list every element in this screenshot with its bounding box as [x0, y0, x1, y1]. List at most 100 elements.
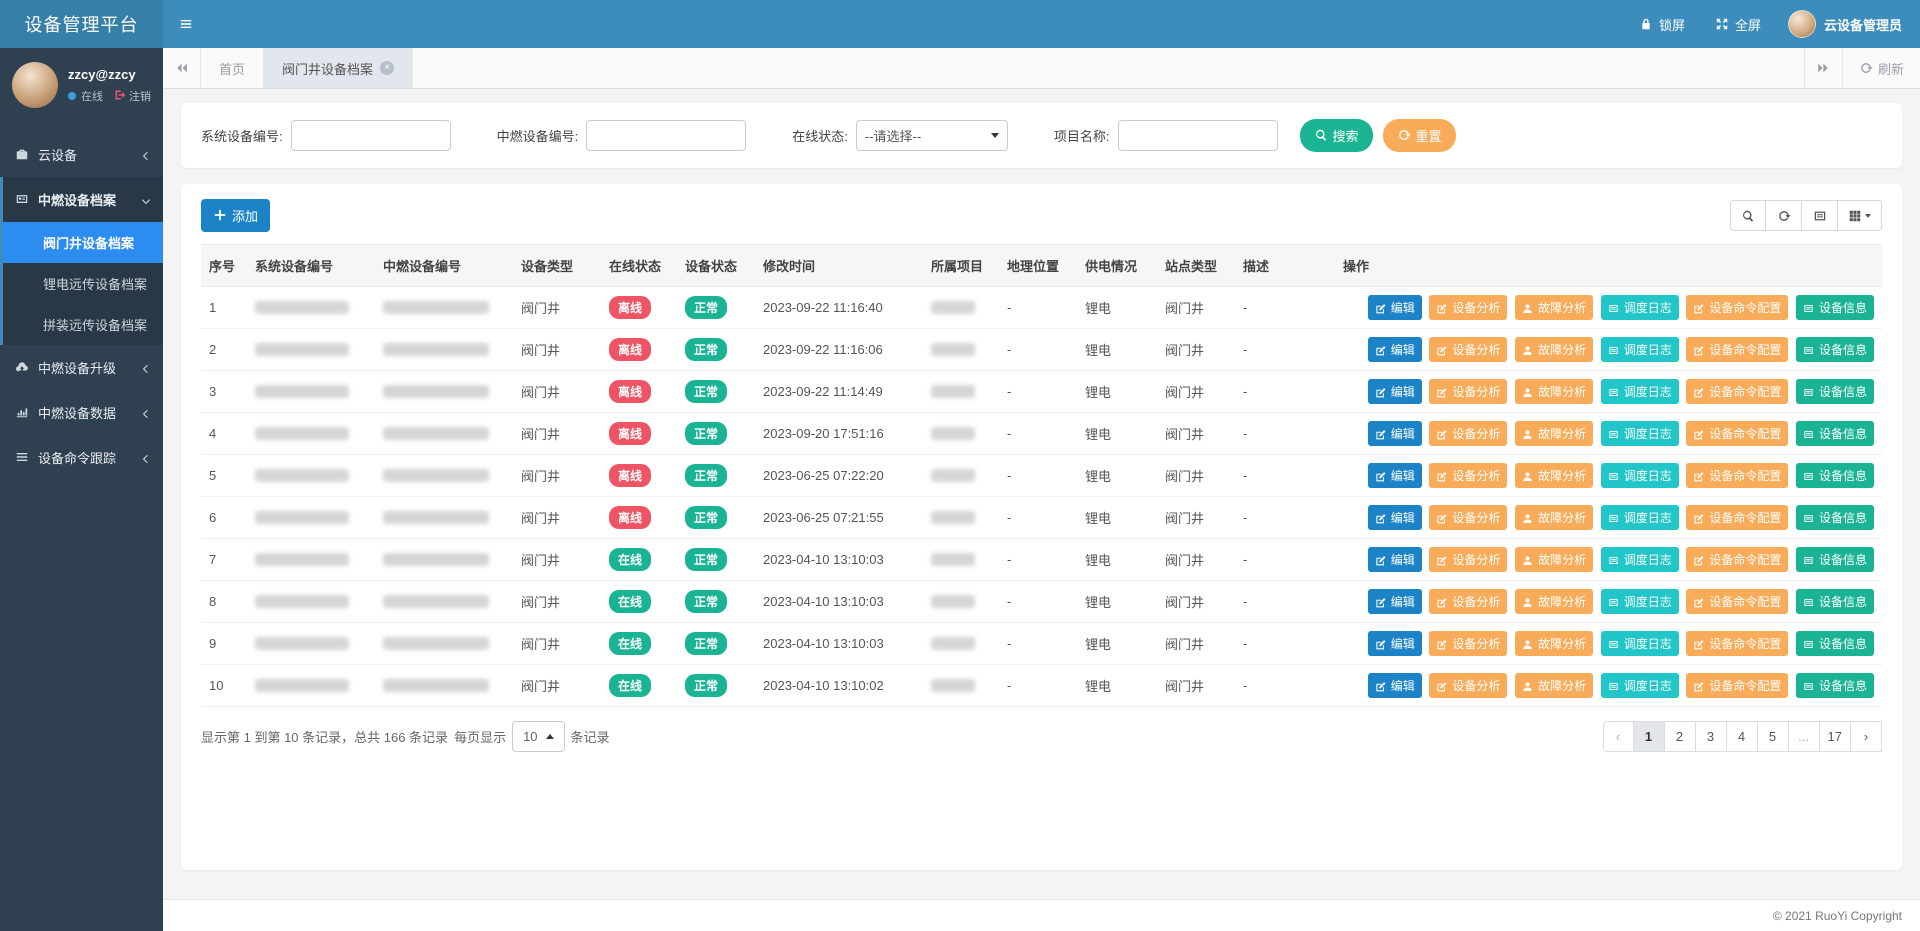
device-command-config-button[interactable]: 设备命令配置 — [1686, 379, 1788, 404]
tab-close-icon[interactable]: × — [380, 61, 394, 75]
device-analysis-button[interactable]: 设备分析 — [1429, 421, 1507, 446]
fault-analysis-button[interactable]: 故障分析 — [1515, 631, 1593, 656]
dispatch-log-button[interactable]: 调度日志 — [1601, 673, 1679, 698]
fault-analysis-button[interactable]: 故障分析 — [1515, 295, 1593, 320]
page-button[interactable]: 17 — [1820, 721, 1851, 752]
page-button[interactable]: 2 — [1665, 721, 1696, 752]
page-button[interactable]: 5 — [1758, 721, 1789, 752]
tabs-scroll-right-button[interactable] — [1804, 48, 1842, 88]
device-analysis-button[interactable]: 设备分析 — [1429, 547, 1507, 572]
device-command-config-button[interactable]: 设备命令配置 — [1686, 505, 1788, 530]
device-command-config-button[interactable]: 设备命令配置 — [1686, 421, 1788, 446]
dispatch-log-button[interactable]: 调度日志 — [1601, 337, 1679, 362]
device-info-button[interactable]: 设备信息 — [1796, 463, 1874, 488]
logout-button[interactable]: 注销 — [114, 88, 151, 104]
page-button[interactable]: 4 — [1727, 721, 1758, 752]
fault-analysis-button[interactable]: 故障分析 — [1515, 463, 1593, 488]
device-analysis-button[interactable]: 设备分析 — [1429, 505, 1507, 530]
sidebar-item-valve-well-archive[interactable]: 阀门井设备档案 — [3, 222, 163, 263]
edit-button[interactable]: 编辑 — [1368, 379, 1422, 404]
edit-button[interactable]: 编辑 — [1368, 547, 1422, 572]
device-analysis-button[interactable]: 设备分析 — [1429, 379, 1507, 404]
sidebar-item-lithium-archive[interactable]: 锂电远传设备档案 — [3, 263, 163, 304]
device-info-button[interactable]: 设备信息 — [1796, 547, 1874, 572]
device-command-config-button[interactable]: 设备命令配置 — [1686, 463, 1788, 488]
lock-screen-button[interactable]: 锁屏 — [1624, 0, 1700, 48]
project-name-input[interactable] — [1118, 120, 1278, 151]
add-button[interactable]: 添加 — [201, 199, 270, 232]
reset-button[interactable]: 重置 — [1383, 119, 1456, 152]
edit-button[interactable]: 编辑 — [1368, 589, 1422, 614]
fault-analysis-button[interactable]: 故障分析 — [1515, 505, 1593, 530]
edit-button[interactable]: 编辑 — [1368, 421, 1422, 446]
fault-analysis-button[interactable]: 故障分析 — [1515, 589, 1593, 614]
search-button[interactable]: 搜索 — [1300, 119, 1373, 152]
device-info-button[interactable]: 设备信息 — [1796, 673, 1874, 698]
device-command-config-button[interactable]: 设备命令配置 — [1686, 631, 1788, 656]
sidebar-item-data[interactable]: 中燃设备数据 — [0, 390, 163, 435]
page-button[interactable]: 3 — [1696, 721, 1727, 752]
device-analysis-button[interactable]: 设备分析 — [1429, 631, 1507, 656]
sidebar-item-zr-archive[interactable]: 中燃设备档案 — [3, 177, 163, 222]
device-analysis-button[interactable]: 设备分析 — [1429, 463, 1507, 488]
edit-button[interactable]: 编辑 — [1368, 295, 1422, 320]
fault-analysis-button[interactable]: 故障分析 — [1515, 421, 1593, 446]
dispatch-log-button[interactable]: 调度日志 — [1601, 547, 1679, 572]
fault-analysis-button[interactable]: 故障分析 — [1515, 337, 1593, 362]
toolbar-search-button[interactable] — [1730, 200, 1766, 231]
edit-button[interactable]: 编辑 — [1368, 337, 1422, 362]
fullscreen-button[interactable]: 全屏 — [1700, 0, 1776, 48]
page-button[interactable]: ... — [1789, 721, 1820, 752]
device-info-button[interactable]: 设备信息 — [1796, 505, 1874, 530]
dispatch-log-button[interactable]: 调度日志 — [1601, 505, 1679, 530]
device-info-button[interactable]: 设备信息 — [1796, 379, 1874, 404]
edit-button[interactable]: 编辑 — [1368, 463, 1422, 488]
zr-no-input[interactable] — [586, 120, 746, 151]
sidebar-item-command-track[interactable]: 设备命令跟踪 — [0, 435, 163, 480]
page-size-select[interactable]: 10 — [512, 721, 564, 752]
tab-valve-well-archive[interactable]: 阀门井设备档案 × — [264, 48, 413, 88]
toolbar-refresh-button[interactable] — [1766, 200, 1802, 231]
edit-button[interactable]: 编辑 — [1368, 505, 1422, 530]
device-analysis-button[interactable]: 设备分析 — [1429, 589, 1507, 614]
device-info-button[interactable]: 设备信息 — [1796, 295, 1874, 320]
dispatch-log-button[interactable]: 调度日志 — [1601, 589, 1679, 614]
toolbar-columns-button[interactable] — [1838, 200, 1882, 231]
device-info-button[interactable]: 设备信息 — [1796, 589, 1874, 614]
sidebar-item-upgrade[interactable]: 中燃设备升级 — [0, 345, 163, 390]
dispatch-log-button[interactable]: 调度日志 — [1601, 379, 1679, 404]
device-command-config-button[interactable]: 设备命令配置 — [1686, 589, 1788, 614]
sidebar-item-cloud-device[interactable]: 云设备 — [0, 132, 163, 177]
device-command-config-button[interactable]: 设备命令配置 — [1686, 337, 1788, 362]
fault-analysis-button[interactable]: 故障分析 — [1515, 379, 1593, 404]
device-analysis-button[interactable]: 设备分析 — [1429, 673, 1507, 698]
device-info-button[interactable]: 设备信息 — [1796, 421, 1874, 446]
edit-button[interactable]: 编辑 — [1368, 673, 1422, 698]
dispatch-log-button[interactable]: 调度日志 — [1601, 421, 1679, 446]
tabs-scroll-left-button[interactable] — [163, 48, 201, 88]
page-button[interactable]: › — [1851, 721, 1882, 752]
system-no-input[interactable] — [291, 120, 451, 151]
page-button[interactable]: 1 — [1634, 721, 1665, 752]
device-info-button[interactable]: 设备信息 — [1796, 631, 1874, 656]
user-menu-button[interactable]: 云设备管理员 — [1776, 0, 1920, 48]
device-info-button[interactable]: 设备信息 — [1796, 337, 1874, 362]
device-command-config-button[interactable]: 设备命令配置 — [1686, 673, 1788, 698]
toolbar-detail-view-button[interactable] — [1802, 200, 1838, 231]
sidebar-toggle-button[interactable] — [163, 0, 209, 48]
dispatch-log-button[interactable]: 调度日志 — [1601, 631, 1679, 656]
edit-button[interactable]: 编辑 — [1368, 631, 1422, 656]
device-command-config-button[interactable]: 设备命令配置 — [1686, 295, 1788, 320]
online-status-select[interactable]: --请选择-- — [856, 120, 1008, 151]
fault-analysis-button[interactable]: 故障分析 — [1515, 673, 1593, 698]
fault-analysis-button[interactable]: 故障分析 — [1515, 547, 1593, 572]
device-command-config-button[interactable]: 设备命令配置 — [1686, 547, 1788, 572]
sidebar-item-assembled-archive[interactable]: 拼装远传设备档案 — [3, 304, 163, 345]
device-analysis-button[interactable]: 设备分析 — [1429, 295, 1507, 320]
dispatch-log-button[interactable]: 调度日志 — [1601, 295, 1679, 320]
page-button[interactable]: ‹ — [1603, 721, 1634, 752]
dispatch-log-button[interactable]: 调度日志 — [1601, 463, 1679, 488]
device-analysis-button[interactable]: 设备分析 — [1429, 337, 1507, 362]
tab-refresh-button[interactable]: 刷新 — [1842, 48, 1920, 88]
tab-home[interactable]: 首页 — [201, 48, 264, 88]
